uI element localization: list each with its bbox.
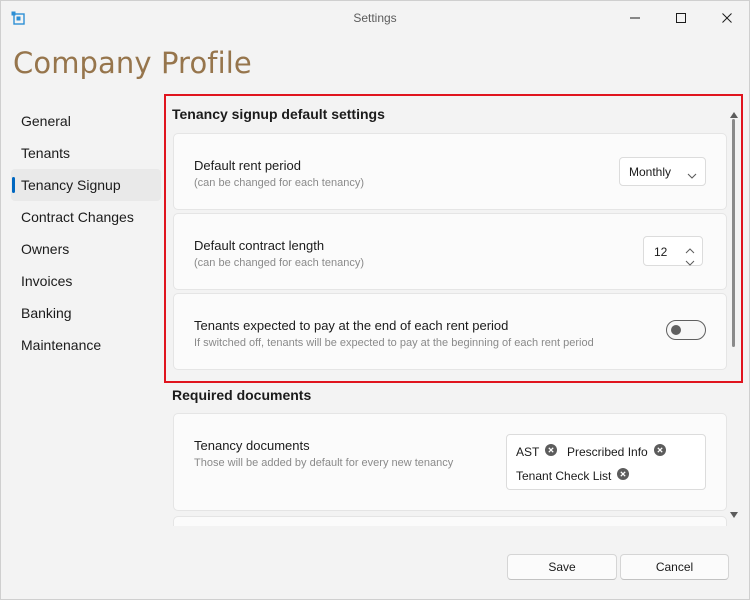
tag-ast: AST	[516, 444, 558, 459]
sidebar-item-tenants[interactable]: Tenants	[11, 137, 161, 169]
remove-tag-icon[interactable]	[545, 444, 558, 459]
save-button[interactable]: Save	[507, 554, 617, 580]
sidebar-item-general[interactable]: General	[11, 105, 161, 137]
chevron-down-icon	[687, 167, 697, 185]
tag-label: AST	[516, 444, 540, 459]
required-documents-section-title: Required documents	[172, 387, 312, 403]
tag-label: Tenant Check List	[516, 468, 612, 483]
settings-content: Tenancy signup default settings Default …	[166, 96, 742, 526]
contract-length-value: 12	[654, 245, 668, 259]
next-card	[173, 516, 727, 526]
cancel-button[interactable]: Cancel	[620, 554, 729, 580]
contract-length-sub: (can be changed for each tenancy)	[194, 257, 365, 269]
remove-tag-icon[interactable]	[617, 468, 630, 483]
title-bar: Settings	[1, 1, 749, 35]
tag-label: Prescribed Info	[567, 444, 648, 459]
sidebar-nav: General Tenants Tenancy Signup Contract …	[11, 105, 161, 361]
scrollbar-thumb[interactable]	[732, 119, 735, 347]
pay-at-end-sub: If switched off, tenants will be expecte…	[194, 337, 594, 349]
contract-length-label: Default contract length	[194, 238, 325, 253]
sidebar-item-contract-changes[interactable]: Contract Changes	[11, 201, 161, 233]
scroll-down-icon[interactable]	[730, 505, 738, 523]
rent-period-dropdown[interactable]: Monthly	[619, 157, 706, 186]
rent-period-card: Default rent period (can be changed for …	[173, 133, 727, 210]
contract-length-stepper[interactable]: 12	[643, 236, 703, 266]
rent-period-sub: (can be changed for each tenancy)	[194, 177, 365, 189]
sidebar-item-tenancy-signup[interactable]: Tenancy Signup	[11, 169, 161, 201]
sidebar-item-maintenance[interactable]: Maintenance	[11, 329, 161, 361]
page-title: Company Profile	[13, 46, 252, 80]
pay-at-end-toggle[interactable]	[666, 320, 706, 340]
contract-length-card: Default contract length (can be changed …	[173, 213, 727, 290]
sidebar-item-owners[interactable]: Owners	[11, 233, 161, 265]
chevron-down-icon[interactable]	[685, 254, 695, 272]
remove-tag-icon[interactable]	[653, 444, 666, 459]
rent-period-value: Monthly	[629, 165, 672, 179]
sidebar-item-banking[interactable]: Banking	[11, 297, 161, 329]
vertical-scrollbar[interactable]	[728, 103, 740, 525]
rent-period-label: Default rent period	[194, 158, 301, 173]
tenancy-documents-label: Tenancy documents	[194, 438, 310, 453]
tenancy-documents-card: Tenancy documents Those will be added by…	[173, 413, 727, 511]
pay-at-end-label: Tenants expected to pay at the end of ea…	[194, 318, 509, 333]
tenancy-signup-section-title: Tenancy signup default settings	[172, 106, 385, 122]
sidebar-item-invoices[interactable]: Invoices	[11, 265, 161, 297]
tag-tenant-check-list: Tenant Check List	[516, 468, 630, 483]
toggle-knob	[671, 325, 681, 335]
tenancy-documents-sub: Those will be added by default for every…	[194, 457, 454, 469]
tenancy-documents-tag-input[interactable]: AST Prescribed Info Tenant Check List	[506, 434, 706, 490]
close-button[interactable]	[714, 7, 740, 29]
maximize-button[interactable]	[668, 7, 694, 29]
tag-prescribed-info: Prescribed Info	[567, 444, 666, 459]
pay-at-end-card: Tenants expected to pay at the end of ea…	[173, 293, 727, 370]
minimize-button[interactable]	[622, 7, 648, 29]
settings-window: Settings Company Profile General Tenants…	[0, 0, 750, 600]
